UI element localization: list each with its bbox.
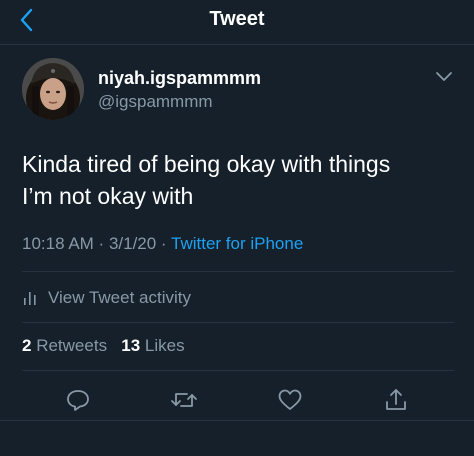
page-title: Tweet bbox=[209, 8, 265, 30]
share-button[interactable] bbox=[382, 386, 410, 414]
likes-stat[interactable]: 13 Likes bbox=[121, 336, 184, 355]
share-icon bbox=[386, 389, 406, 410]
retweets-count: 2 bbox=[22, 336, 32, 355]
tweet-date: 3/1/20 bbox=[108, 234, 157, 253]
tweet-source-link[interactable]: Twitter for iPhone bbox=[171, 234, 303, 253]
reply-icon bbox=[67, 390, 89, 411]
author-handle[interactable]: @igspammmm bbox=[98, 92, 213, 112]
divider bbox=[22, 271, 454, 272]
tweet-text-line: Kinda tired of being okay with things bbox=[22, 151, 391, 177]
reply-button[interactable] bbox=[64, 386, 92, 414]
bottom-bar bbox=[0, 420, 474, 456]
tweet-metadata: 10:18 AM · 3/1/20 · Twitter for iPhone bbox=[22, 234, 303, 254]
engagement-stats: 2 Retweets 13 Likes bbox=[22, 336, 185, 356]
tweet-time: 10:18 AM bbox=[22, 234, 94, 253]
view-tweet-activity-button[interactable]: View Tweet activity bbox=[22, 286, 191, 310]
divider bbox=[22, 370, 454, 371]
tweet-detail-screen: Tweet niyah.igspammmm @igspammmm Kinda t… bbox=[0, 0, 474, 456]
retweet-icon bbox=[171, 393, 197, 407]
chevron-down-icon bbox=[436, 72, 452, 81]
meta-separator: · bbox=[93, 234, 109, 253]
retweet-button[interactable] bbox=[170, 386, 198, 414]
view-tweet-activity-label: View Tweet activity bbox=[48, 288, 191, 307]
like-button[interactable] bbox=[276, 386, 304, 414]
meta-separator: · bbox=[156, 234, 172, 253]
divider bbox=[22, 322, 454, 323]
tweet-text-line: I’m not okay with bbox=[22, 183, 194, 209]
tweet-text: Kinda tired of being okay with things I’… bbox=[22, 148, 462, 212]
like-icon bbox=[278, 389, 302, 410]
top-navigation-bar: Tweet bbox=[0, 0, 474, 45]
author-display-name[interactable]: niyah.igspammmm bbox=[98, 68, 261, 89]
likes-label: Likes bbox=[144, 336, 185, 355]
tweet-menu-button[interactable] bbox=[434, 70, 454, 84]
avatar[interactable] bbox=[22, 58, 84, 120]
retweets-label: Retweets bbox=[36, 336, 108, 355]
retweets-stat[interactable]: 2 Retweets bbox=[22, 336, 107, 355]
likes-count: 13 bbox=[121, 336, 141, 355]
bar-chart-icon bbox=[24, 292, 36, 305]
profile-photo bbox=[22, 58, 84, 120]
